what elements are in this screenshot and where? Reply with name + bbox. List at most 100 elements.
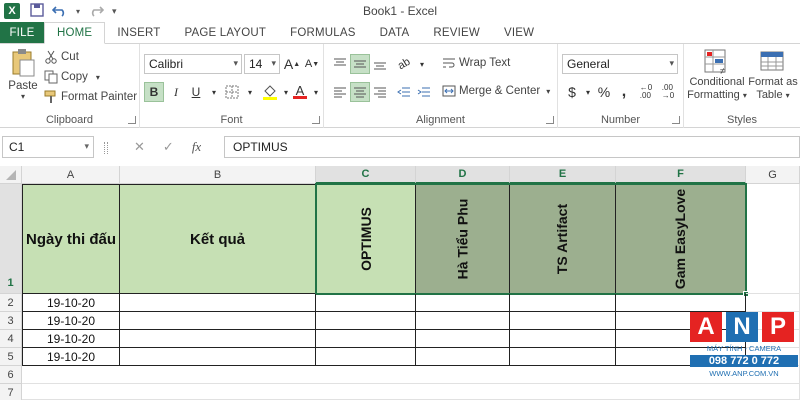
decrease-decimal-button[interactable]: .00 →0 xyxy=(658,82,678,102)
cell-c4[interactable] xyxy=(316,330,416,348)
font-size-combo[interactable]: 14 ▾ xyxy=(244,54,280,74)
tab-review[interactable]: REVIEW xyxy=(421,22,492,43)
top-align-button[interactable] xyxy=(330,54,350,74)
borders-dropdown-icon[interactable]: ▾ xyxy=(240,82,260,102)
cell-e1[interactable]: TS Artifact xyxy=(510,184,616,294)
insert-function-icon[interactable]: fx xyxy=(192,139,201,155)
row-header-6[interactable]: 6 xyxy=(0,366,22,384)
formula-input[interactable]: OPTIMUS xyxy=(224,136,800,158)
format-as-table-button[interactable]: Format as Table ▾ xyxy=(748,48,798,102)
cell-b5[interactable] xyxy=(120,348,316,366)
middle-align-button[interactable] xyxy=(350,54,370,74)
cancel-icon[interactable]: ✕ xyxy=(134,139,145,155)
tab-file[interactable]: FILE xyxy=(0,22,44,43)
paste-button[interactable]: Paste ▾ xyxy=(6,48,40,101)
undo-dropdown-icon[interactable]: ▾ xyxy=(76,7,80,16)
tab-insert[interactable]: INSERT xyxy=(105,22,172,43)
bold-button[interactable]: B xyxy=(144,82,164,102)
cell-a2[interactable]: 19-10-20 xyxy=(22,294,120,312)
align-right-button[interactable] xyxy=(370,82,390,102)
cell-d1[interactable]: Hà Tiểu Phu xyxy=(416,184,510,294)
cell-e5[interactable] xyxy=(510,348,616,366)
cell-a5[interactable]: 19-10-20 xyxy=(22,348,120,366)
cell-b4[interactable] xyxy=(120,330,316,348)
wrap-text-button[interactable]: Wrap Text xyxy=(442,56,510,70)
cell-b1[interactable]: Kết quả xyxy=(120,184,316,294)
column-header-a[interactable]: A xyxy=(22,166,120,184)
row-header-4[interactable]: 4 xyxy=(0,330,22,348)
row-header-7[interactable]: 7 xyxy=(0,384,22,400)
cut-button[interactable]: Cut xyxy=(44,50,79,64)
cell-a3[interactable]: 19-10-20 xyxy=(22,312,120,330)
worksheet-grid[interactable]: A B C D E F G 1 2 3 4 5 6 7 Ngày thi đấu… xyxy=(0,166,800,400)
tab-page-layout[interactable]: PAGE LAYOUT xyxy=(172,22,278,43)
orientation-button[interactable]: ab xyxy=(394,54,414,74)
cell-d5[interactable] xyxy=(416,348,510,366)
orientation-dropdown-icon[interactable]: ▾ xyxy=(412,54,432,74)
shrink-font-button[interactable]: A ▼ xyxy=(302,54,322,74)
tab-formulas[interactable]: FORMULAS xyxy=(278,22,368,43)
row-7-cells[interactable] xyxy=(22,384,800,400)
name-box[interactable]: C1 ▾ xyxy=(2,136,94,158)
redo-icon[interactable] xyxy=(88,3,105,20)
cell-d4[interactable] xyxy=(416,330,510,348)
column-header-e[interactable]: E xyxy=(510,166,616,184)
formula-bar-grip-icon[interactable] xyxy=(104,142,108,154)
font-launcher-icon[interactable] xyxy=(312,116,320,124)
alignment-launcher-icon[interactable] xyxy=(546,116,554,124)
grow-font-button[interactable]: A ▲ xyxy=(282,54,302,74)
underline-button[interactable]: U xyxy=(186,82,206,102)
column-header-d[interactable]: D xyxy=(416,166,510,184)
cell-g2[interactable] xyxy=(746,294,800,312)
tab-home[interactable]: HOME xyxy=(44,22,106,44)
underline-dropdown-icon[interactable]: ▾ xyxy=(204,82,224,102)
customize-qat-icon[interactable]: ▾ xyxy=(112,6,117,17)
number-launcher-icon[interactable] xyxy=(672,116,680,124)
row-header-1[interactable]: 1 xyxy=(0,184,22,294)
tab-data[interactable]: DATA xyxy=(368,22,422,43)
increase-decimal-button[interactable]: ←0.00 xyxy=(636,82,656,102)
number-format-combo[interactable]: General ▾ xyxy=(562,54,678,74)
enter-icon[interactable]: ✓ xyxy=(163,139,174,155)
cell-a1[interactable]: Ngày thi đấu xyxy=(22,184,120,294)
cell-e3[interactable] xyxy=(510,312,616,330)
cell-c3[interactable] xyxy=(316,312,416,330)
column-header-g[interactable]: G xyxy=(746,166,800,184)
font-name-combo[interactable]: Calibri ▾ xyxy=(144,54,242,74)
cell-b2[interactable] xyxy=(120,294,316,312)
format-painter-button[interactable]: Format Painter xyxy=(44,90,137,104)
cell-c2[interactable] xyxy=(316,294,416,312)
percent-button[interactable]: % xyxy=(594,82,614,102)
cell-c1[interactable]: OPTIMUS xyxy=(316,184,416,294)
font-color-dropdown-icon[interactable]: ▾ xyxy=(306,82,326,102)
row-header-3[interactable]: 3 xyxy=(0,312,22,330)
save-icon[interactable] xyxy=(30,2,44,20)
cell-e4[interactable] xyxy=(510,330,616,348)
align-center-button[interactable] xyxy=(350,82,370,102)
decrease-indent-button[interactable] xyxy=(394,82,414,102)
cell-g1[interactable] xyxy=(746,184,800,294)
row-header-2[interactable]: 2 xyxy=(0,294,22,312)
increase-indent-button[interactable] xyxy=(414,82,434,102)
column-header-f[interactable]: F xyxy=(616,166,746,184)
cell-d3[interactable] xyxy=(416,312,510,330)
clipboard-launcher-icon[interactable] xyxy=(128,116,136,124)
italic-button[interactable]: I xyxy=(166,82,186,102)
undo-icon[interactable] xyxy=(51,3,68,20)
cell-f1[interactable]: Gam EasyLove xyxy=(616,184,746,294)
cell-e2[interactable] xyxy=(510,294,616,312)
row-6-cells[interactable] xyxy=(22,366,800,384)
column-header-c[interactable]: C xyxy=(316,166,416,184)
column-header-b[interactable]: B xyxy=(120,166,316,184)
bottom-align-button[interactable] xyxy=(370,54,390,74)
comma-button[interactable]: , xyxy=(614,82,634,102)
cell-c5[interactable] xyxy=(316,348,416,366)
select-all-corner[interactable] xyxy=(0,166,22,184)
cell-a4[interactable]: 19-10-20 xyxy=(22,330,120,348)
conditional-formatting-button[interactable]: ≠ Conditional Formatting ▾ xyxy=(687,48,747,102)
borders-button[interactable] xyxy=(222,82,242,102)
tab-view[interactable]: VIEW xyxy=(492,22,546,43)
cell-b3[interactable] xyxy=(120,312,316,330)
merge-center-button[interactable]: Merge & Center ▾ xyxy=(442,84,550,98)
cell-d2[interactable] xyxy=(416,294,510,312)
